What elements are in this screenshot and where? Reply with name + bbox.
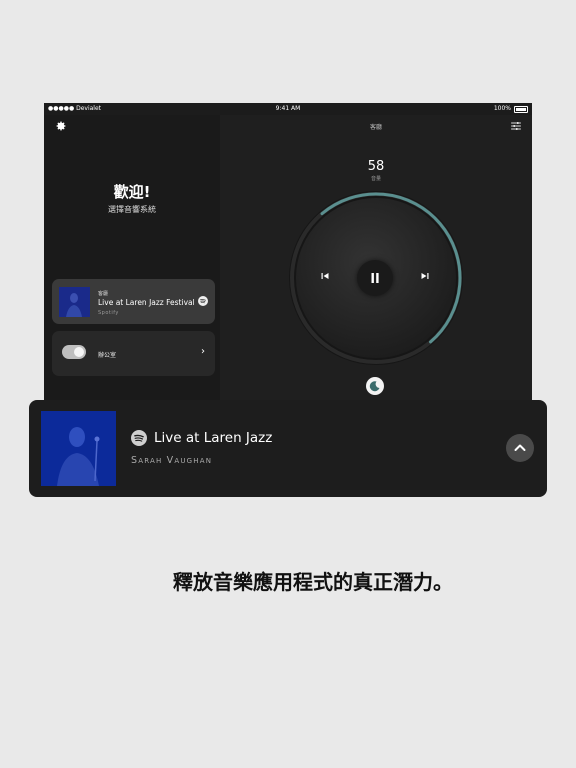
chevron-up-icon xyxy=(514,444,526,451)
spotify-icon xyxy=(198,296,208,306)
card-track-title: Live at Laren Jazz Festival xyxy=(98,298,195,307)
toggle-knob xyxy=(74,347,84,357)
gear-icon[interactable] xyxy=(55,120,67,132)
now-playing-card[interactable]: 客廳 Live at Laren Jazz Festival Spotify xyxy=(52,279,215,324)
status-time: 9:41 AM xyxy=(275,105,301,112)
spotify-icon xyxy=(131,430,147,446)
volume-label: 音量 xyxy=(370,176,381,182)
card-source: Spotify xyxy=(98,310,119,316)
volume-value: 58 xyxy=(367,159,385,174)
chevron-right-icon[interactable]: › xyxy=(201,346,205,357)
room-card-label: 辦公室 xyxy=(98,352,117,359)
player-artist: Sarah Vaughan xyxy=(131,455,213,466)
power-toggle[interactable] xyxy=(62,345,86,359)
right-pane: 客廳 58 音量 xyxy=(220,115,532,403)
status-bar: ●●●●● Devialet 9:41 AM 100% xyxy=(44,103,532,115)
previous-icon[interactable] xyxy=(319,270,331,282)
battery-percent: 100% xyxy=(493,105,511,112)
tagline: 釋放音樂應用程式的真正潛力。 xyxy=(173,570,453,594)
room-title: 客廳 xyxy=(369,124,382,131)
album-art-thumbnail xyxy=(59,287,90,317)
moon-icon xyxy=(369,381,380,392)
battery-status: 100% xyxy=(494,103,528,115)
room-card-office[interactable]: 辦公室 › xyxy=(52,331,215,376)
battery-icon xyxy=(514,105,528,113)
sleep-button[interactable] xyxy=(366,377,384,395)
mini-player[interactable]: Live at Laren Jazz Sarah Vaughan xyxy=(29,400,547,497)
pause-icon xyxy=(371,273,379,283)
welcome-title: 歡迎! xyxy=(113,183,151,201)
equalizer-icon[interactable] xyxy=(510,120,522,132)
expand-player-button[interactable] xyxy=(506,434,534,462)
player-track-title: Live at Laren Jazz xyxy=(154,430,273,446)
card-room-name: 客廳 xyxy=(98,291,109,297)
pause-button[interactable] xyxy=(357,260,393,296)
tablet-screen: ●●●●● Devialet 9:41 AM 100% 歡迎! 選擇音響系統 客… xyxy=(44,103,532,403)
album-art xyxy=(41,411,116,486)
welcome-subtitle: 選擇音響系統 xyxy=(108,205,156,214)
left-pane: 歡迎! 選擇音響系統 客廳 Live at Laren Jazz Festiva… xyxy=(44,115,220,403)
next-icon[interactable] xyxy=(419,270,431,282)
